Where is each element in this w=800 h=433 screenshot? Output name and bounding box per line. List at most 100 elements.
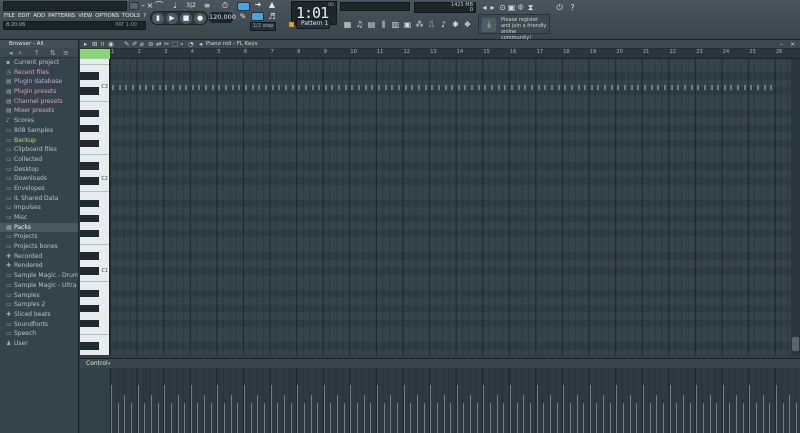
velocity-bar[interactable] [596,403,598,433]
pencil-tool-icon[interactable]: ✎ [237,11,249,23]
control-dropdown-icon[interactable]: ▾ [108,361,111,367]
playlist-icon[interactable]: ▦ [343,20,352,29]
velocity-bar[interactable] [689,403,691,433]
timeline-ruler[interactable]: 1 2 3 4 5 6 7 8 9 10 11 12 13 14 15 16 17 18 19 20 21 22 23 24 2… [110,49,800,59]
menu-item[interactable]: TOOLS [121,12,141,21]
black-key[interactable] [80,252,99,260]
browser-item[interactable]: ▭ Envelopes [0,184,78,194]
browser-item[interactable]: ▭ Backup [0,136,78,146]
plugin-picker-icon[interactable]: ▣ [403,20,412,29]
velocity-bar[interactable] [177,395,179,433]
velocity-bar[interactable] [436,403,438,433]
slice-icon[interactable]: ✂ [164,40,169,49]
browser-item[interactable]: ▭ Projects bones [0,242,78,252]
browser-item[interactable]: ▭ Samples 2 [0,300,78,310]
velocity-bar[interactable] [270,385,272,433]
velocity-bar[interactable] [197,403,199,433]
browser-item[interactable]: ▭ Downloads [0,174,78,184]
note-grid[interactable] [110,59,791,355]
browser-item[interactable]: ♟ User [0,339,78,349]
piano-keyboard[interactable]: C3C2C1C0 [80,59,110,355]
stamp-icon[interactable]: ◉ [108,40,114,49]
view-options-icon[interactable]: ≡ [63,49,69,57]
browser-item[interactable]: ▤ Channel presets [0,97,78,107]
velocity-bar[interactable] [563,385,565,433]
magnet-icon[interactable]: ∩ [100,40,105,49]
velocity-bar[interactable] [463,403,465,433]
connection-icon[interactable]: ⎍ [427,20,436,29]
record-button[interactable]: ● [194,13,206,24]
menu-item[interactable]: FILE [3,12,16,21]
velocity-bar[interactable] [263,403,265,433]
velocity-bar[interactable] [589,385,591,433]
velocity-bar[interactable] [210,403,212,433]
browser-item[interactable]: ✚ Sliced beats [0,310,78,320]
velocity-bar[interactable] [543,403,545,433]
black-key[interactable] [80,319,99,327]
browser-item[interactable]: ✚ Rendered [0,261,78,271]
black-key[interactable] [80,267,99,275]
browser-item[interactable]: ✚ Recorded [0,252,78,262]
velocity-bar[interactable] [144,403,146,433]
velocity-bar[interactable] [310,395,312,433]
black-key[interactable] [80,139,99,147]
velocity-bar[interactable] [749,385,751,433]
velocity-bar[interactable] [516,403,518,433]
vertical-scrollbar-thumb[interactable] [792,337,799,351]
velocity-bar[interactable] [636,403,638,433]
browser-item[interactable]: ▦ Packs [0,222,78,233]
velocity-bar[interactable] [357,403,359,433]
browser-item[interactable]: ▭ Desktop [0,165,78,175]
learn-icon[interactable]: ❊ [516,3,525,12]
velocity-bar[interactable] [237,403,239,433]
folder-up-icon[interactable]: ↑ [34,49,40,57]
velocity-bar[interactable] [317,403,319,433]
velocity-bar[interactable] [682,395,684,433]
piano-roll-icon[interactable]: ♫ [355,20,364,29]
touch-keyboard-icon[interactable]: ⁂ [415,20,424,29]
velocity-bar[interactable] [603,395,605,433]
black-key[interactable] [80,124,99,132]
black-key[interactable] [80,87,99,95]
browser-item[interactable]: ▤ Plugin presets [0,87,78,97]
velocity-bar[interactable] [217,385,219,433]
pattern-selector[interactable]: Pattern 1 [289,19,330,29]
velocity-bar[interactable] [776,385,777,433]
velocity-bar[interactable] [696,385,698,433]
menu-arrow-icon[interactable]: ▸ [84,40,87,49]
velocity-bar[interactable] [756,403,758,433]
snap-magnet-button[interactable] [251,12,264,21]
velocity-bar[interactable] [736,395,738,433]
velocity-bar[interactable] [523,395,525,433]
velocity-bar[interactable] [456,385,458,433]
velocity-bar[interactable] [476,403,478,433]
velocity-bar[interactable] [616,385,618,433]
velocity-bar[interactable] [649,403,651,433]
velocity-bar[interactable] [583,403,585,433]
browser-icon[interactable]: ▥ [391,20,400,29]
browser-item[interactable]: ▭ Speech [0,329,78,339]
sort-icon[interactable]: ⇅ [50,49,56,57]
velocity-bar[interactable] [403,385,405,433]
velocity-bar[interactable] [702,403,704,433]
velocity-bar[interactable] [297,385,299,433]
browser-title[interactable]: Browser - All [0,40,78,48]
velocity-bar[interactable] [117,403,119,433]
countdown-icon[interactable]: ⏱ [218,0,232,12]
browser-item[interactable]: ▤ Mixer presets [0,106,78,116]
black-key[interactable] [80,109,99,117]
black-key[interactable] [80,177,99,185]
velocity-bar[interactable] [303,403,305,433]
black-key[interactable] [80,162,99,170]
black-key[interactable] [80,214,99,222]
redo-icon[interactable]: ➜ [252,0,264,11]
velocity-bar[interactable] [450,403,452,433]
menu-item[interactable]: ? [142,12,147,21]
mute-icon[interactable]: ⊘ [148,40,153,49]
browser-item[interactable]: ▭ Misc [0,213,78,223]
velocity-bar[interactable] [383,403,385,433]
velocity-bar[interactable] [782,403,784,433]
velocity-bar[interactable] [224,403,226,433]
piano-roll-corner[interactable] [80,49,110,59]
menu-item[interactable]: VIEW [77,12,93,21]
